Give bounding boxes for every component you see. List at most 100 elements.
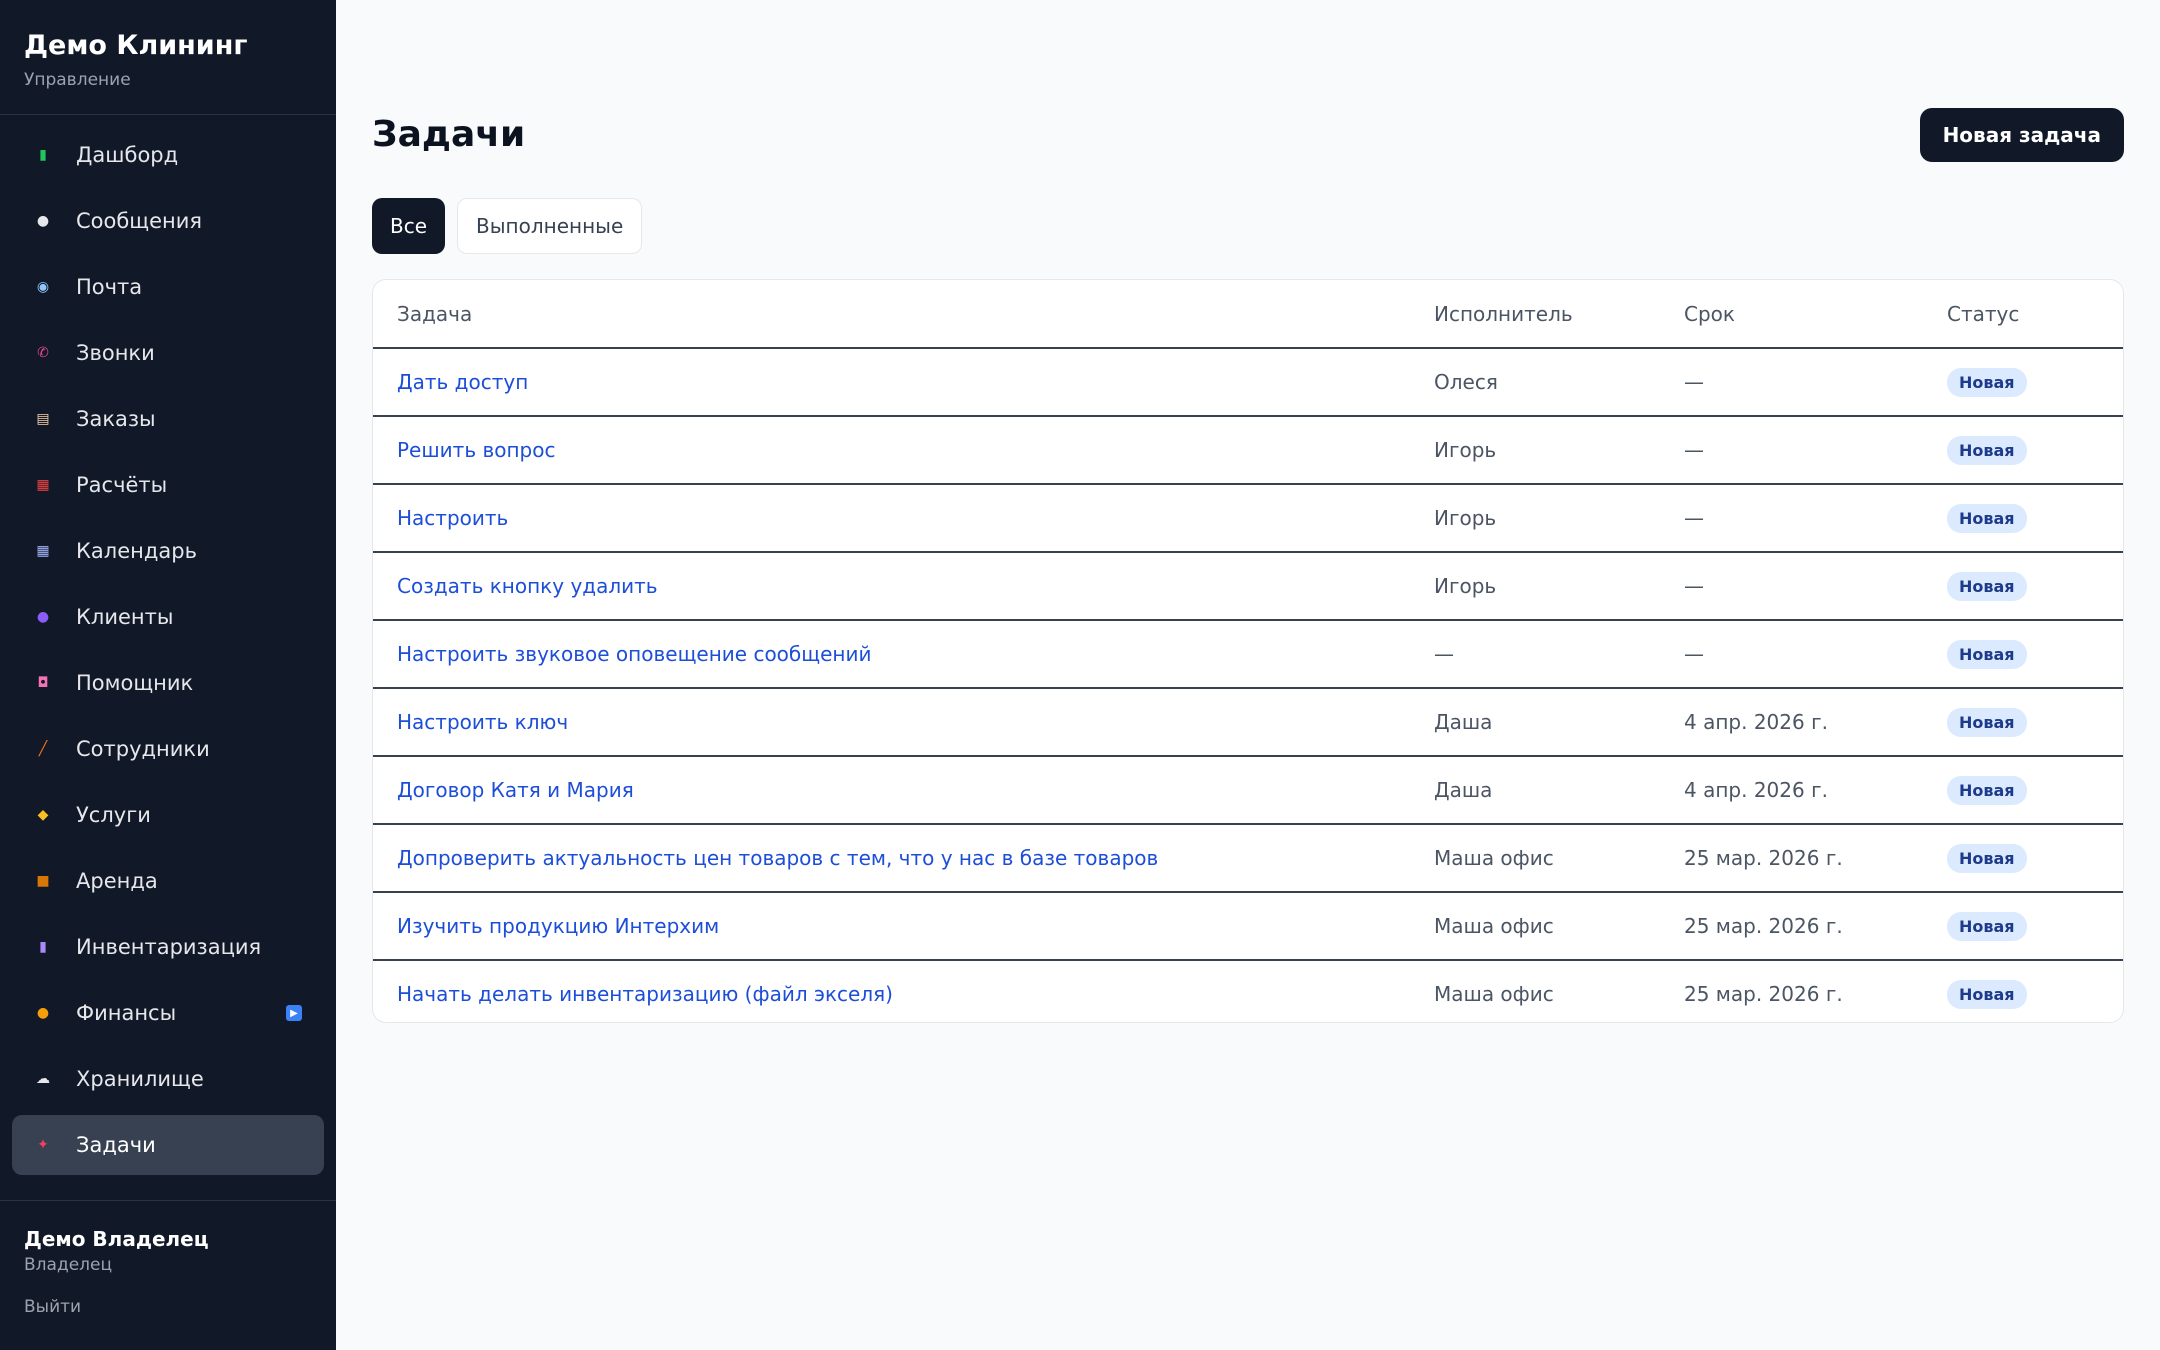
- brand-title: Демо Клининг: [24, 30, 248, 61]
- money-bag-icon: ●: [36, 1005, 50, 1021]
- task-link[interactable]: Настроить: [397, 506, 508, 530]
- assignee: Маша офис: [1434, 846, 1554, 870]
- pushpin-icon: ✦: [37, 1137, 49, 1153]
- task-link[interactable]: Настроить ключ: [397, 710, 568, 734]
- task-link-cell: Допроверить актуальность цен товаров с т…: [373, 824, 1434, 893]
- task-link[interactable]: Начать делать инвентаризацию (файл эксел…: [397, 982, 893, 1006]
- task-link-cell: Настроить: [373, 484, 1434, 553]
- task-link-cell: Начать делать инвентаризацию (файл эксел…: [373, 960, 1434, 1022]
- page-title: Задачи: [372, 114, 526, 155]
- status-badge-cell: Новая: [1947, 484, 2123, 553]
- tag-icon: ◆: [37, 807, 49, 823]
- due-date-cell: 4 апр. 2026 г.: [1684, 688, 1947, 757]
- brand-subtitle: Управление: [24, 70, 131, 90]
- task-link[interactable]: Решить вопрос: [397, 438, 556, 462]
- clipboard-icon: ▤: [36, 411, 50, 427]
- assignee: Игорь: [1434, 574, 1497, 598]
- sidebar-item[interactable]: ╱ Сотрудники: [12, 719, 324, 779]
- status-badge: Новая: [1947, 911, 2027, 941]
- task-link[interactable]: Настроить звуковое оповещение сообщений: [397, 642, 871, 666]
- assignee-cell: Маша офис: [1434, 824, 1684, 893]
- due-date-cell: 25 мар. 2026 г.: [1684, 824, 1947, 893]
- sidebar-item[interactable]: ▦ Календарь: [12, 521, 324, 581]
- tab-filter[interactable]: Все: [372, 198, 446, 254]
- sidebar-item[interactable]: ▤ Заказы: [12, 389, 324, 449]
- sidebar-item-label: Задачи: [76, 1133, 156, 1157]
- task-link-cell: Создать кнопку удалить: [373, 552, 1434, 621]
- task-link[interactable]: Изучить продукцию Интерхим: [397, 914, 719, 938]
- mail-icon: ◉: [36, 279, 50, 295]
- task-link-cell: Настроить ключ: [373, 688, 1434, 757]
- people-icon: ●: [36, 609, 50, 625]
- task-link[interactable]: Создать кнопку удалить: [397, 574, 658, 598]
- due-date: 25 мар. 2026 г.: [1684, 914, 1843, 938]
- sidebar-item[interactable]: ◘ Помощник: [12, 653, 324, 713]
- assignee: Олеся: [1434, 370, 1498, 394]
- main-content: Задачи Новая задача Все Выполненные Задач…: [336, 0, 2160, 1350]
- due-date-cell: —: [1684, 416, 1947, 485]
- inventory-icon: ▮: [39, 939, 47, 955]
- table-row: Настроить ключ Даша 4 апр. 2026 г. Новая: [373, 688, 2123, 757]
- sidebar-item-label: Инвентаризация: [76, 935, 262, 959]
- due-date: —: [1684, 506, 1704, 530]
- sidebar-item[interactable]: ◆ Услуги: [12, 785, 324, 845]
- user-panel: Демо Владелец Владелец Выйти: [0, 1200, 336, 1350]
- broom-icon: ╱: [38, 741, 48, 757]
- table-row: Дать доступ Олеся — Новая: [373, 348, 2123, 417]
- due-date: 4 апр. 2026 г.: [1684, 778, 1828, 802]
- tasks-table: Задача Исполнитель Срок Статус Дать дост…: [373, 280, 2123, 1022]
- sidebar-item[interactable]: ● Сообщения: [12, 191, 324, 251]
- due-date-cell: —: [1684, 552, 1947, 621]
- task-link[interactable]: Договор Катя и Мария: [397, 778, 634, 802]
- assignee-cell: Игорь: [1434, 416, 1684, 485]
- sidebar-item-label: Заказы: [76, 407, 156, 431]
- sidebar-item[interactable]: ▮ Инвентаризация: [12, 917, 324, 977]
- sidebar-item[interactable]: ● Клиенты: [12, 587, 324, 647]
- table-row: Настроить звуковое оповещение сообщений —…: [373, 620, 2123, 689]
- due-date: 25 мар. 2026 г.: [1684, 846, 1843, 870]
- task-link[interactable]: Допроверить актуальность цен товаров с т…: [397, 846, 1158, 870]
- assignee-cell: —: [1434, 620, 1684, 689]
- robot-icon: ◘: [37, 675, 49, 691]
- table-header-row: Задача Исполнитель Срок Статус: [373, 280, 2123, 349]
- sidebar-nav: ▮ Дашборд ● Сообщения ◉ Почта ✆ Звонки ▤ Заказы ▦ Р…: [0, 115, 336, 1175]
- due-date-cell: 25 мар. 2026 г.: [1684, 960, 1947, 1022]
- sidebar-item[interactable]: ✦ Задачи: [12, 1115, 324, 1175]
- due-date: 4 апр. 2026 г.: [1684, 710, 1828, 734]
- assignee: Игорь: [1434, 438, 1497, 462]
- assignee: Маша офис: [1434, 914, 1554, 938]
- sidebar-item[interactable]: ✆ Звонки: [12, 323, 324, 383]
- sidebar-item[interactable]: ◉ Почта: [12, 257, 324, 317]
- table-row: Начать делать инвентаризацию (файл эксел…: [373, 960, 2123, 1022]
- sidebar-item[interactable]: ■ Аренда: [12, 851, 324, 911]
- status-badge-cell: Новая: [1947, 348, 2123, 417]
- status-badge-cell: Новая: [1947, 824, 2123, 893]
- sidebar-item[interactable]: ▮ Дашборд: [12, 125, 324, 185]
- status-badge-cell: Новая: [1947, 552, 2123, 621]
- header-status: Статус: [1947, 280, 2123, 349]
- tab-filter[interactable]: Выполненные: [457, 198, 643, 254]
- task-link-cell: Договор Катя и Мария: [373, 756, 1434, 825]
- assignee-cell: Даша: [1434, 756, 1684, 825]
- sidebar-item[interactable]: ☁ Хранилище: [12, 1049, 324, 1109]
- task-link[interactable]: Дать доступ: [397, 370, 528, 394]
- status-badge: Новая: [1947, 639, 2027, 669]
- new-task-button[interactable]: Новая задача: [1919, 108, 2124, 162]
- due-date: —: [1684, 370, 1704, 394]
- status-badge: Новая: [1947, 503, 2027, 533]
- due-date: —: [1684, 574, 1704, 598]
- sidebar-item[interactable]: ● Финансы ▶: [12, 983, 324, 1043]
- table-row: Создать кнопку удалить Игорь — Новая: [373, 552, 2123, 621]
- assignee: —: [1434, 642, 1454, 666]
- table-row: Решить вопрос Игорь — Новая: [373, 416, 2123, 485]
- sidebar-item[interactable]: ▦ Расчёты: [12, 455, 324, 515]
- task-link-cell: Решить вопрос: [373, 416, 1434, 485]
- logout-link[interactable]: Выйти: [24, 1297, 312, 1317]
- sidebar-item-label: Помощник: [76, 671, 194, 695]
- assignee: Даша: [1434, 710, 1493, 734]
- sidebar-item-label: Сообщения: [76, 209, 203, 233]
- user-role: Владелец: [24, 1255, 113, 1275]
- abacus-icon: ▦: [36, 477, 50, 493]
- due-date: —: [1684, 438, 1704, 462]
- due-date-cell: —: [1684, 620, 1947, 689]
